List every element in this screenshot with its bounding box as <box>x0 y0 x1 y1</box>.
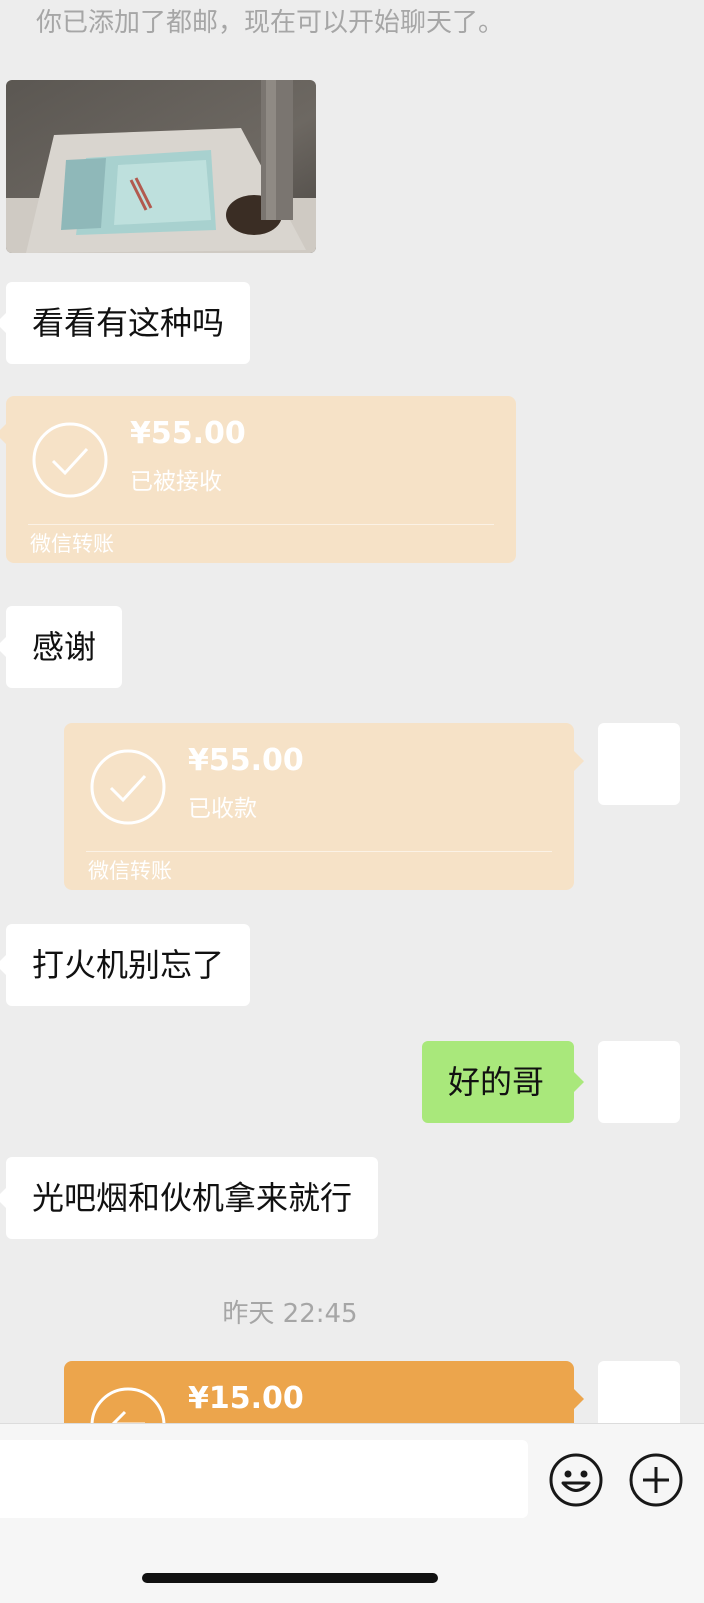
transfer-card-received[interactable]: ¥55.00 已被接收 微信转账 <box>0 396 516 563</box>
input-bar <box>0 1423 704 1603</box>
transfer-card-pending[interactable]: ¥15.00 <box>64 1361 584 1423</box>
transfer-amount: ¥55.00 <box>130 416 246 451</box>
photo-message[interactable] <box>6 80 316 253</box>
incoming-message[interactable]: 光吧烟和伙机拿来就行 <box>0 1157 379 1239</box>
avatar[interactable] <box>598 723 680 805</box>
outgoing-message[interactable]: 好的哥 <box>422 1041 584 1123</box>
transfer-brand-label: 微信转账 <box>30 532 114 556</box>
message-text: 好的哥 <box>448 1063 545 1101</box>
transfer-status: 已被接收 <box>130 469 222 495</box>
incoming-message[interactable]: 感谢 <box>0 606 123 688</box>
incoming-message[interactable]: 打火机别忘了 <box>0 924 251 1006</box>
return-arrow-icon <box>90 1387 166 1423</box>
message-text: 打火机别忘了 <box>32 946 225 984</box>
chat-history: 你已添加了都邮，现在可以开始聊天了。 看看有这种吗 ¥55.00 已被接收 微信… <box>0 0 704 1423</box>
avatar[interactable] <box>598 1361 680 1423</box>
message-text: 看看有这种吗 <box>32 304 225 342</box>
avatar[interactable] <box>598 1041 680 1123</box>
emoji-icon[interactable] <box>548 1452 604 1508</box>
system-notice: 你已添加了都邮，现在可以开始聊天了。 <box>36 8 505 38</box>
photo-thumbnail <box>6 80 316 253</box>
home-indicator <box>142 1573 438 1583</box>
transfer-brand-label: 微信转账 <box>88 859 172 883</box>
check-circle-icon <box>90 749 166 825</box>
message-timestamp: 昨天 22:45 <box>222 1299 358 1329</box>
check-circle-icon <box>32 422 108 498</box>
transfer-amount: ¥15.00 <box>188 1381 304 1416</box>
message-text: 光吧烟和伙机拿来就行 <box>32 1179 353 1217</box>
incoming-message[interactable]: 看看有这种吗 <box>0 282 251 364</box>
divider <box>28 524 494 525</box>
transfer-status: 已收款 <box>188 796 257 822</box>
message-text: 感谢 <box>32 628 97 666</box>
transfer-amount: ¥55.00 <box>188 743 304 778</box>
divider <box>86 851 552 852</box>
transfer-card-collected[interactable]: ¥55.00 已收款 微信转账 <box>64 723 584 890</box>
plus-icon[interactable] <box>628 1452 684 1508</box>
message-input[interactable] <box>0 1440 528 1518</box>
